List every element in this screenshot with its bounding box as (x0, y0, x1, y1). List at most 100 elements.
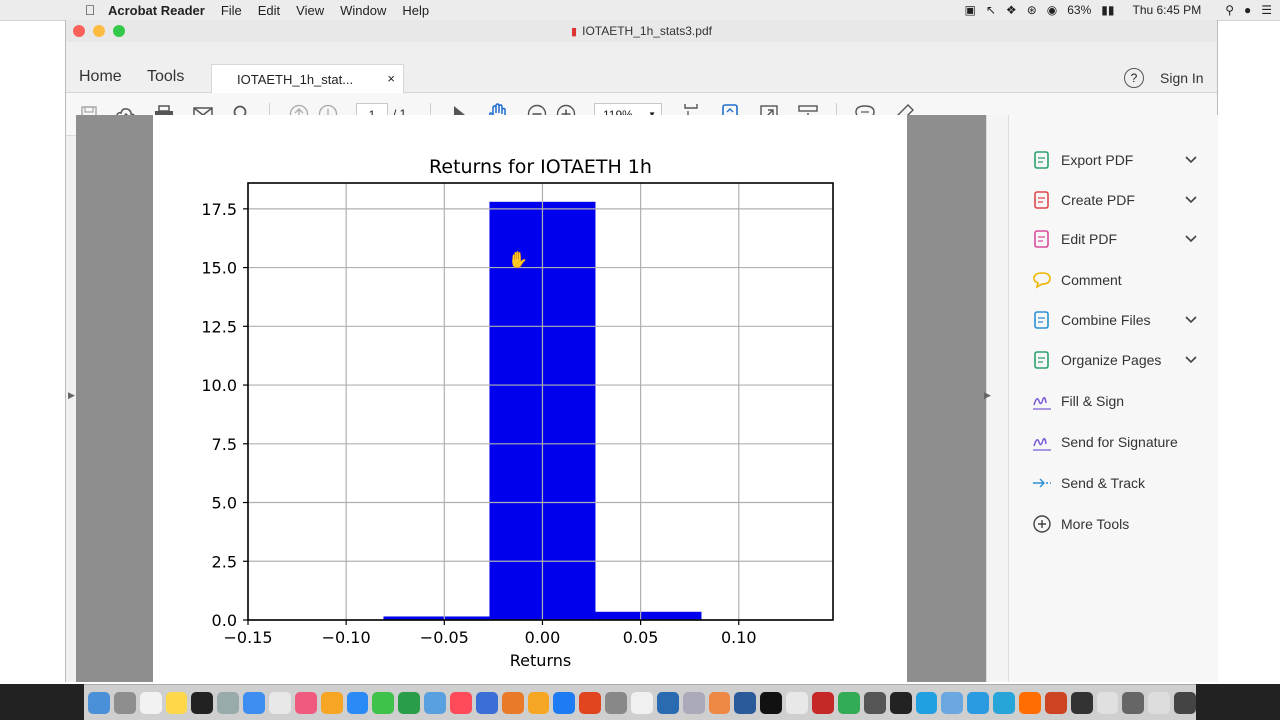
chevron-down-icon[interactable] (1185, 193, 1197, 207)
tab-home[interactable]: Home (79, 68, 122, 86)
help-icon[interactable]: ? (1124, 68, 1144, 88)
dock-app-icon[interactable] (553, 691, 576, 714)
dock-app-icon[interactable] (708, 691, 731, 714)
document-viewer[interactable]: ▶ Returns for IOTAETH 1h −0.15 −0.10 −0.05 0… (68, 115, 986, 682)
dock-app-icon[interactable] (1070, 691, 1093, 714)
dock-app-icon[interactable] (217, 691, 240, 714)
pdf-page: Returns for IOTAETH 1h −0.15 −0.10 −0.05 0.0… (153, 115, 907, 682)
menu-window[interactable]: Window (332, 3, 394, 18)
dock-app-icon[interactable] (424, 691, 447, 714)
chevron-down-icon[interactable] (1185, 153, 1197, 167)
dock-app-icon[interactable] (88, 691, 110, 714)
close-window-button[interactable] (73, 25, 85, 37)
dock-app-icon[interactable] (320, 691, 343, 714)
dock-app-icon[interactable] (1018, 691, 1041, 714)
dock-app-icon[interactable] (346, 691, 369, 714)
dock-app-icon[interactable] (1148, 691, 1171, 714)
tool-more-tools[interactable]: More Tools (1031, 511, 1217, 537)
dock-app-icon[interactable] (967, 691, 990, 714)
dock-app-icon[interactable] (605, 691, 628, 714)
tool-export-pdf[interactable]: Export PDF (1031, 147, 1217, 173)
dock-app-icon[interactable] (734, 691, 757, 714)
tool-label: Create PDF (1061, 192, 1135, 208)
dock-app-icon[interactable] (269, 691, 291, 714)
notification-center-icon[interactable]: ☰ (1261, 3, 1272, 17)
siri-icon[interactable]: ● (1244, 3, 1251, 17)
dock-app-icon[interactable] (812, 691, 834, 714)
right-panel-toggle-icon[interactable]: ▶ (984, 390, 991, 401)
dock-app-icon[interactable] (579, 691, 602, 714)
app-name-menu[interactable]: Acrobat Reader (100, 3, 213, 18)
dock-app-icon[interactable] (631, 691, 653, 714)
chevron-down-icon[interactable] (1185, 353, 1197, 367)
menu-edit[interactable]: Edit (250, 3, 288, 18)
close-tab-icon[interactable]: × (387, 71, 395, 86)
dock-app-icon[interactable] (1122, 691, 1145, 714)
dock-app-icon[interactable] (786, 691, 809, 714)
tools-panel: Export PDF Create PDF Edit PDF Comment Combi… (1008, 115, 1218, 682)
dock-app-icon[interactable] (656, 691, 679, 714)
dock-app-icon[interactable] (941, 691, 964, 714)
zoom-window-button[interactable] (113, 25, 125, 37)
bluetooth-icon[interactable]: ⊛ (1027, 3, 1037, 17)
dock-app-icon[interactable] (165, 691, 188, 714)
tab-document[interactable]: IOTAETH_1h_stat... × (211, 64, 404, 93)
dock-app-icon[interactable] (398, 691, 421, 714)
send-signature-icon (1031, 431, 1053, 453)
x-tick-label: 0.00 (525, 628, 561, 647)
dock-app-icon[interactable] (139, 691, 162, 714)
menu-file[interactable]: File (213, 3, 250, 18)
dock-app-icon[interactable] (760, 691, 783, 714)
apple-icon[interactable]:  (80, 2, 100, 18)
tool-label: Comment (1061, 272, 1122, 288)
cursor-icon[interactable]: ↖ (986, 3, 996, 17)
dock-app-icon[interactable] (191, 691, 214, 714)
dock-app-icon[interactable] (294, 691, 317, 714)
minimize-window-button[interactable] (93, 25, 105, 37)
y-tick-label: 17.5 (201, 200, 237, 219)
dock-app-icon[interactable] (113, 691, 136, 714)
dock-app-icon[interactable] (682, 691, 705, 714)
dock-app-icon[interactable] (372, 691, 395, 714)
dock-app-icon[interactable] (863, 691, 886, 714)
tool-edit-pdf[interactable]: Edit PDF (1031, 226, 1217, 252)
dock-app-icon[interactable] (889, 691, 912, 714)
tool-combine-files[interactable]: Combine Files (1031, 307, 1217, 333)
dock-app-icon[interactable] (527, 691, 550, 714)
chevron-down-icon[interactable] (1185, 232, 1197, 246)
wifi-icon[interactable]: ◉ (1047, 3, 1057, 17)
battery-percent[interactable]: 63% (1067, 3, 1091, 17)
tool-send-signature[interactable]: Send for Signature (1031, 429, 1217, 455)
menu-help[interactable]: Help (394, 3, 437, 18)
screen-record-icon[interactable]: ▣ (965, 3, 976, 17)
chevron-down-icon[interactable] (1185, 313, 1197, 327)
dock-app-icon[interactable] (243, 691, 266, 714)
tab-tools[interactable]: Tools (147, 68, 184, 86)
tool-label: Edit PDF (1061, 231, 1118, 247)
dock-app-icon[interactable] (475, 691, 498, 714)
menu-view[interactable]: View (288, 3, 332, 18)
dock-app-icon[interactable] (915, 691, 938, 714)
tool-organize-pages[interactable]: Organize Pages (1031, 347, 1217, 373)
clock[interactable]: Thu 6:45 PM (1132, 3, 1201, 17)
dropbox-icon[interactable]: ❖ (1006, 3, 1017, 17)
left-panel-toggle-icon[interactable]: ▶ (68, 390, 75, 401)
dock-app-icon[interactable] (501, 691, 524, 714)
right-panel-gutter: ▶ (984, 115, 1009, 682)
y-tick-label: 0.0 (212, 611, 237, 630)
dock-app-icon[interactable] (450, 691, 472, 714)
tool-send-track[interactable]: Send & Track (1031, 470, 1217, 496)
sign-in-button[interactable]: Sign In (1160, 70, 1204, 86)
tool-comment[interactable]: Comment (1031, 267, 1217, 293)
dock-app-icon[interactable] (1174, 691, 1196, 714)
spotlight-search-icon[interactable]: ⚲ (1225, 3, 1234, 17)
dock-app-icon[interactable] (993, 691, 1015, 714)
tool-fill-sign[interactable]: Fill & Sign (1031, 388, 1217, 414)
dock-app-icon[interactable] (1096, 691, 1119, 714)
tool-label: Organize Pages (1061, 352, 1162, 368)
x-tick-label: −0.05 (420, 628, 469, 647)
dock-app-icon[interactable] (837, 691, 860, 714)
battery-icon[interactable]: ▮▮ (1101, 3, 1114, 17)
dock-app-icon[interactable] (1044, 691, 1067, 714)
tool-create-pdf[interactable]: Create PDF (1031, 187, 1217, 213)
